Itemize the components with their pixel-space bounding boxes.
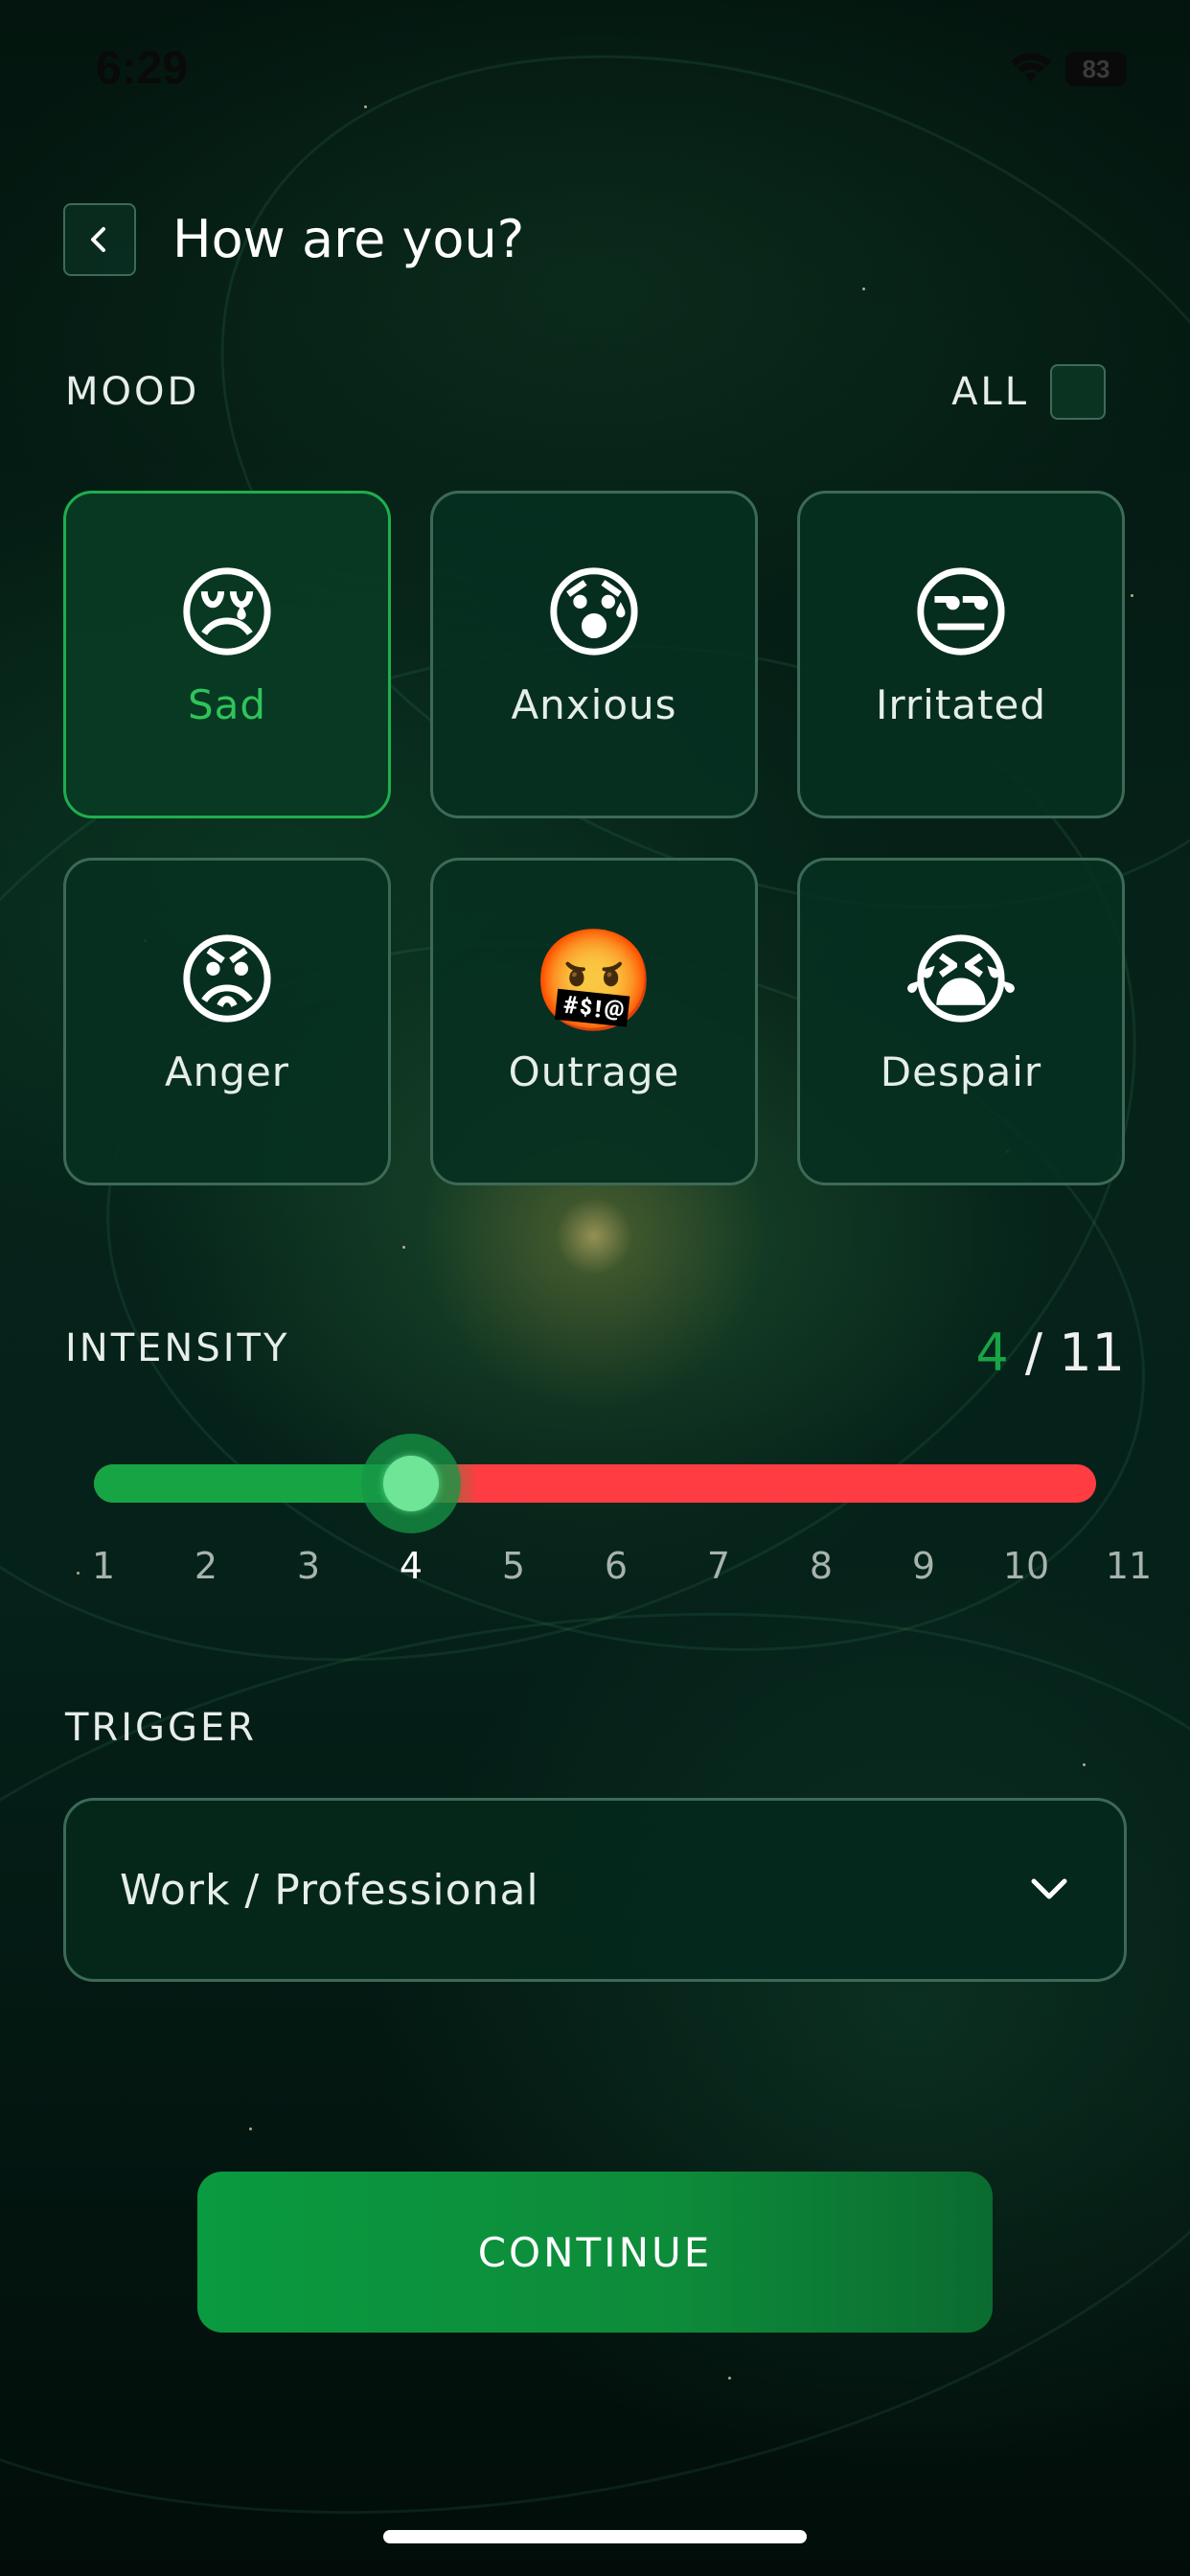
battery-icon: 83 <box>1065 52 1127 86</box>
intensity-tick-5: 5 <box>501 1545 526 1587</box>
wifi-icon <box>1011 53 1051 81</box>
select-all-checkbox[interactable] <box>1050 364 1106 420</box>
status-icons: 83 <box>1010 52 1127 86</box>
mood-grid: 😢 Sad 😰 Anxious 😒 Irritated 😡 Anger 🤬 Outrage 😭 Des… <box>63 491 1125 1185</box>
intensity-max-value: / 11 <box>1024 1322 1125 1383</box>
unamused-face-icon: 😒 <box>908 555 1014 672</box>
chevron-left-icon <box>91 227 105 252</box>
crying-face-icon: 😭 <box>903 922 1019 1039</box>
sad-face-icon: 😢 <box>174 555 280 672</box>
intensity-section-label: INTENSITY <box>65 1326 290 1370</box>
mood-option-outrage[interactable]: 🤬 Outrage <box>430 858 758 1185</box>
chevron-down-icon <box>1031 1878 1067 1899</box>
intensity-tick-3: 3 <box>296 1545 321 1587</box>
intensity-slider-thumb[interactable] <box>361 1434 461 1533</box>
back-button[interactable] <box>63 203 136 276</box>
intensity-tick-1: 1 <box>91 1545 116 1587</box>
cursing-face-icon: 🤬 <box>532 922 656 1039</box>
mood-option-anxious[interactable]: 😰 Anxious <box>430 491 758 818</box>
mood-option-sad[interactable]: 😢 Sad <box>63 491 391 818</box>
trigger-section-label: TRIGGER <box>65 1706 258 1750</box>
anxious-face-icon: 😰 <box>541 555 647 672</box>
page-title: How are you? <box>172 209 525 269</box>
mood-option-anger[interactable]: 😡 Anger <box>63 858 391 1185</box>
intensity-readout: 4 / 11 <box>975 1322 1125 1383</box>
mood-option-label: Anger <box>164 1048 290 1095</box>
intensity-tick-9: 9 <box>911 1545 936 1587</box>
battery-level: 83 <box>1082 54 1110 83</box>
intensity-tick-labels: 1 2 3 4 5 6 7 8 9 10 11 <box>56 1545 1152 1598</box>
intensity-tick-11: 11 <box>1105 1545 1153 1587</box>
mood-section-label: MOOD <box>65 370 200 414</box>
intensity-current-value: 4 <box>975 1322 1009 1383</box>
mood-option-label: Anxious <box>511 681 677 728</box>
mood-option-irritated[interactable]: 😒 Irritated <box>797 491 1125 818</box>
select-all-label: ALL <box>951 370 1029 414</box>
trigger-dropdown[interactable]: Work / Professional <box>63 1798 1127 1982</box>
intensity-tick-4: 4 <box>399 1545 423 1587</box>
trigger-selected-value: Work / Professional <box>120 1865 539 1915</box>
select-all-toggle[interactable]: ALL <box>951 364 1106 420</box>
status-time: 6:29 <box>96 43 189 94</box>
intensity-slider-track[interactable] <box>94 1464 1096 1503</box>
intensity-tick-10: 10 <box>1002 1545 1050 1587</box>
mood-option-label: Sad <box>187 681 267 728</box>
mood-option-despair[interactable]: 😭 Despair <box>797 858 1125 1185</box>
slider-thumb-knob <box>383 1456 439 1511</box>
continue-button[interactable]: CONTINUE <box>197 2172 993 2333</box>
angry-face-icon: 😡 <box>174 922 280 1039</box>
intensity-tick-2: 2 <box>194 1545 218 1587</box>
mood-option-label: Irritated <box>875 681 1047 728</box>
home-indicator <box>383 2530 807 2543</box>
mood-option-label: Despair <box>880 1048 1042 1095</box>
intensity-tick-8: 8 <box>809 1545 834 1587</box>
intensity-tick-7: 7 <box>706 1545 731 1587</box>
mood-option-label: Outrage <box>508 1048 680 1095</box>
intensity-tick-6: 6 <box>604 1545 629 1587</box>
